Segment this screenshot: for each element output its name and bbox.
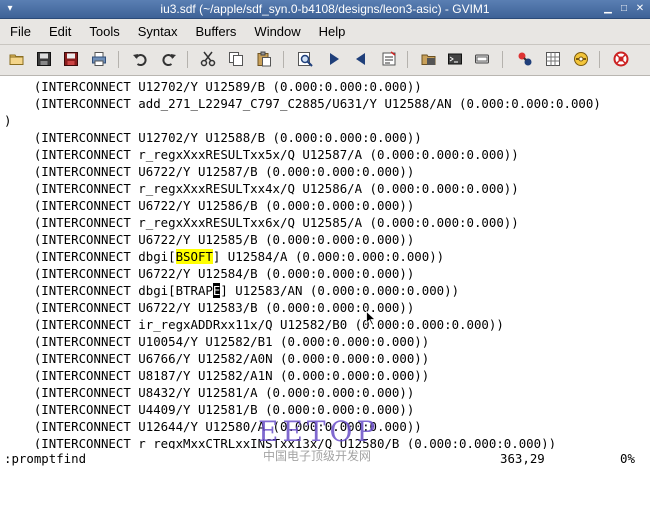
code-line: (INTERCONNECT U6722/Y U12587/B (0.000:0.… <box>4 164 415 179</box>
mouse-pointer-icon <box>366 311 376 326</box>
code-line: (INTERCONNECT U12702/Y U12588/B (0.000:0… <box>4 130 422 145</box>
toolbar-separator <box>118 51 119 68</box>
minimize-icon[interactable]: ▁ <box>601 2 615 16</box>
close-icon[interactable]: ✕ <box>633 2 647 16</box>
run-script-icon[interactable] <box>446 50 464 68</box>
maximize-icon[interactable]: □ <box>617 2 631 16</box>
menu-window[interactable]: Window <box>245 19 309 44</box>
code-line: (INTERCONNECT U6722/Y U12583/B (0.000:0.… <box>4 300 415 315</box>
code-line: (INTERCONNECT add_271_L22947_C797_C2885/… <box>4 96 601 111</box>
find-icon[interactable] <box>296 50 314 68</box>
toolbar-separator <box>187 51 188 68</box>
code-line: (INTERCONNECT r_regxXxxRESULTxx4x/Q U125… <box>4 181 519 196</box>
code-line: (INTERCONNECT U6722/Y U12586/B (0.000:0.… <box>4 198 415 213</box>
code-line-cursor: (INTERCONNECT dbgi[BTRAPE] U12583/AN (0.… <box>4 282 459 299</box>
menu-buffers[interactable]: Buffers <box>186 19 245 44</box>
paste-icon[interactable] <box>255 50 273 68</box>
menu-edit[interactable]: Edit <box>40 19 80 44</box>
line-prefix: (INTERCONNECT dbgi[BTRAP <box>4 283 213 298</box>
menu-syntax[interactable]: Syntax <box>129 19 187 44</box>
code-line: (INTERCONNECT U8187/Y U12582/A1N (0.000:… <box>4 368 430 383</box>
menu-bar: File Edit Tools Syntax Buffers Window He… <box>0 19 650 45</box>
save-all-icon[interactable] <box>62 50 80 68</box>
code-line: (INTERCONNECT r_regxXxxRESULTxx5x/Q U125… <box>4 147 519 162</box>
code-line: (INTERCONNECT U10054/Y U12582/B1 (0.000:… <box>4 334 430 349</box>
help-icon[interactable] <box>572 50 590 68</box>
code-line: (INTERCONNECT r_regxXxxRESULTxx6x/Q U125… <box>4 215 519 230</box>
save-icon[interactable] <box>35 50 53 68</box>
code-line-search-match: (INTERCONNECT dbgi[BSOFT] U12584/A (0.00… <box>4 248 444 265</box>
watermark-subtitle: 中国电子顶级开发网 <box>263 449 372 463</box>
title-bar[interactable]: ▾ iu3.sdf (~/apple/sdf_syn.0-b4108/desig… <box>0 0 650 19</box>
toolbar <box>0 45 650 76</box>
toolbar-separator <box>283 51 284 68</box>
menu-help[interactable]: Help <box>310 19 355 44</box>
undo-icon[interactable] <box>131 50 149 68</box>
jump-tag-icon[interactable] <box>544 50 562 68</box>
menu-file[interactable]: File <box>0 19 40 44</box>
toolbar-separator <box>599 51 600 68</box>
window-controls: ▁ □ ✕ <box>601 2 647 16</box>
search-highlight: BSOFT <box>175 249 213 264</box>
scroll-percent: 0% <box>620 451 635 466</box>
save-session-icon[interactable] <box>420 50 438 68</box>
redo-icon[interactable] <box>160 50 178 68</box>
code-line: ) <box>4 113 12 128</box>
copy-icon[interactable] <box>227 50 245 68</box>
load-session-icon[interactable] <box>380 50 398 68</box>
find-next-icon[interactable] <box>325 50 343 68</box>
print-icon[interactable] <box>90 50 108 68</box>
build-tags-icon[interactable] <box>516 50 534 68</box>
line-suffix: ] U12583/AN (0.000:0.000:0.000)) <box>220 283 460 298</box>
code-line: (INTERCONNECT U6766/Y U12582/A0N (0.000:… <box>4 351 430 366</box>
find-help-icon[interactable] <box>612 50 630 68</box>
cursor-position: 363,29 <box>500 451 545 466</box>
toolbar-separator <box>502 51 503 68</box>
menu-tools[interactable]: Tools <box>80 19 128 44</box>
line-suffix: ] U12584/A (0.000:0.000:0.000)) <box>212 249 445 264</box>
watermark-logo: EETOP <box>258 415 380 448</box>
toolbar-separator <box>407 51 408 68</box>
code-line: (INTERCONNECT U12702/Y U12589/B (0.000:0… <box>4 79 422 94</box>
code-line: (INTERCONNECT U6722/Y U12584/B (0.000:0.… <box>4 266 415 281</box>
code-line: (INTERCONNECT U6722/Y U12585/B (0.000:0.… <box>4 232 415 247</box>
text-editor-area[interactable]: (INTERCONNECT U12702/Y U12589/B (0.000:0… <box>0 76 650 449</box>
code-line: (INTERCONNECT ir_regxADDRxx11x/Q U12582/… <box>4 317 504 332</box>
line-prefix: (INTERCONNECT dbgi[ <box>4 249 176 264</box>
command-text: :promptfind <box>4 451 87 466</box>
code-line: (INTERCONNECT U8432/Y U12581/A (0.000:0.… <box>4 385 415 400</box>
open-icon[interactable] <box>8 50 26 68</box>
window-title: iu3.sdf (~/apple/sdf_syn.0-b4108/designs… <box>160 2 490 16</box>
cut-icon[interactable] <box>199 50 217 68</box>
make-icon[interactable] <box>473 50 491 68</box>
find-prev-icon[interactable] <box>352 50 370 68</box>
